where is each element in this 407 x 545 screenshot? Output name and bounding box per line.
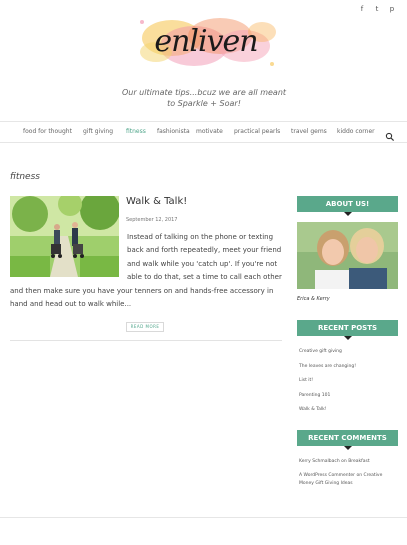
recent-post-link[interactable]: Parenting 101 (299, 391, 356, 406)
post-divider (10, 340, 282, 341)
nav-item-practical-pearls[interactable]: practical pearls (234, 128, 280, 135)
recent-posts-heading: RECENT POSTS (297, 320, 398, 340)
nav-item-gift-giving[interactable]: gift giving (83, 128, 113, 135)
facebook-icon[interactable]: f (359, 4, 365, 14)
recent-post-link[interactable]: Walk & Talk! (299, 405, 356, 420)
recent-post-link[interactable]: List it! (299, 376, 356, 391)
pinterest-icon[interactable]: p (389, 4, 395, 14)
site-tagline: Our ultimate tips...bcuz we are all mean… (121, 88, 287, 108)
post-date: September 12, 2017 (126, 217, 178, 223)
nav-item-fashionista[interactable]: fashionista (157, 128, 190, 135)
nav-item-travel-gems[interactable]: travel gems (291, 128, 327, 135)
site-logo[interactable]: enliven (132, 8, 280, 76)
about-photo (297, 222, 398, 289)
recent-comment-item[interactable]: A WordPress Commenter on Creative Money … (299, 472, 397, 488)
search-icon[interactable] (385, 127, 395, 142)
logo-text: enliven (154, 24, 258, 59)
nav-item-kiddo-corner[interactable]: kiddo corner (337, 128, 375, 135)
nav-item-motivate[interactable]: motivate (196, 128, 223, 135)
recent-posts-list: Creative gift giving The leaves are chan… (299, 347, 356, 420)
about-widget-heading: ABOUT US! (297, 196, 398, 216)
about-caption: Erica & Kerry (297, 296, 330, 302)
read-more-button[interactable]: READ MORE (126, 322, 164, 332)
post-excerpt: Instead of talking on the phone or texti… (10, 231, 282, 311)
social-links: f t p (359, 4, 395, 14)
recent-comments-heading: RECENT COMMENTS (297, 430, 398, 450)
page-title: fitness (10, 172, 40, 182)
recent-post-link[interactable]: The leaves are changing! (299, 362, 356, 377)
nav-item-food-for-thought[interactable]: food for thought (23, 128, 72, 135)
post-title[interactable]: Walk & Talk! (126, 196, 187, 207)
main-nav: food for thought gift giving fitness fas… (0, 121, 407, 143)
recent-post-link[interactable]: Creative gift giving (299, 347, 356, 362)
recent-comments-list: Kerry Schmalbach on Breakfast A WordPres… (299, 458, 397, 494)
thumbnail-spacer (10, 231, 127, 281)
nav-item-fitness[interactable]: fitness (126, 128, 146, 135)
footer-divider (0, 517, 407, 518)
recent-comment-item[interactable]: Kerry Schmalbach on Breakfast (299, 458, 397, 466)
twitter-icon[interactable]: t (374, 4, 380, 14)
